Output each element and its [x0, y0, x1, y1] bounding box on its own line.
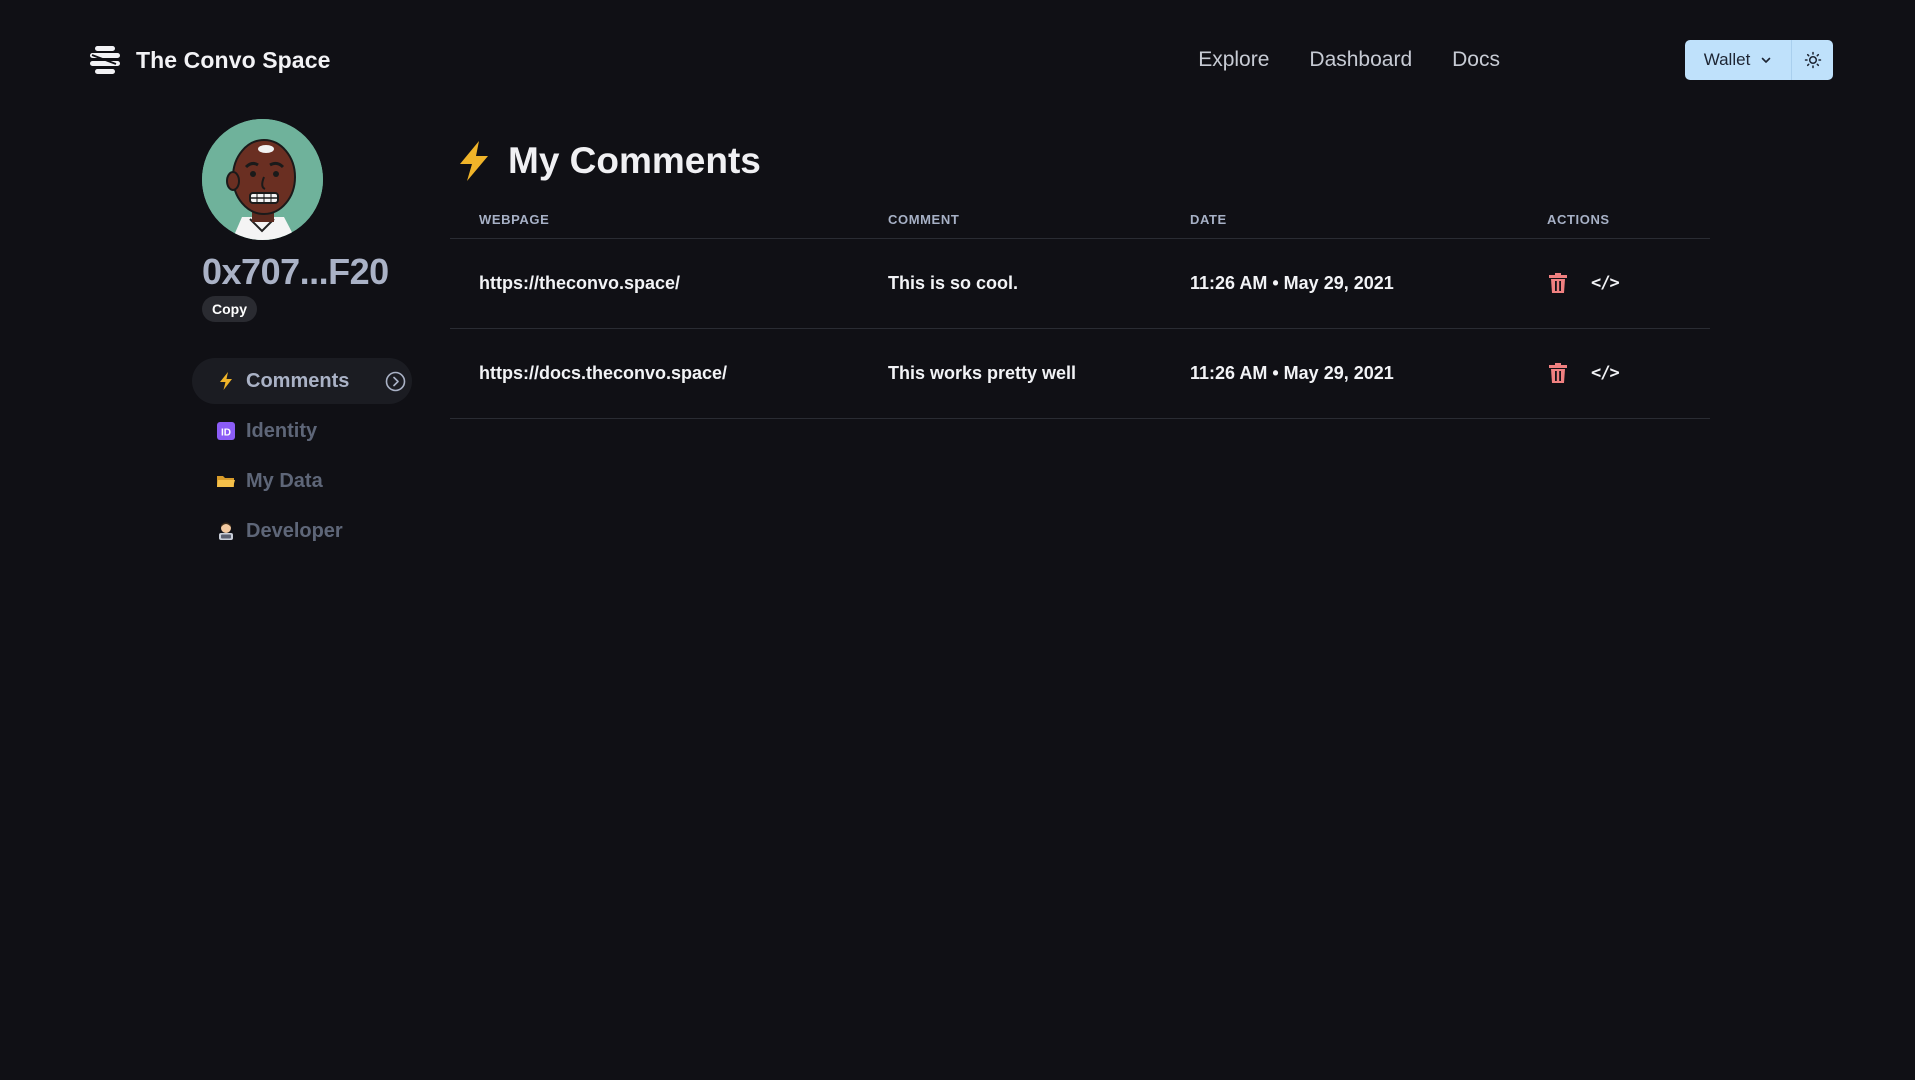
arrow-circle-right-icon[interactable] — [385, 371, 406, 392]
column-header-date: DATE — [1190, 202, 1547, 239]
theme-toggle-button[interactable] — [1792, 40, 1833, 80]
wallet-button[interactable]: Wallet — [1685, 40, 1791, 80]
cell-date: 11:26 AM • May 29, 2021 — [1190, 238, 1547, 329]
embed-code-button[interactable]: </> — [1591, 363, 1620, 383]
trash-icon — [1549, 273, 1567, 293]
row-actions: </> — [1547, 271, 1710, 295]
nav-dashboard[interactable]: Dashboard — [1309, 48, 1412, 72]
comments-table: WEBPAGE COMMENT DATE ACTIONS https://the… — [450, 202, 1710, 419]
top-header: The Convo Space Explore Dashboard Docs W… — [0, 0, 1915, 120]
svg-text:ID: ID — [221, 428, 231, 439]
trash-icon — [1549, 363, 1567, 383]
chevron-down-icon — [1761, 57, 1771, 63]
cell-date: 11:26 AM • May 29, 2021 — [1190, 328, 1547, 419]
table-header-row: WEBPAGE COMMENT DATE ACTIONS — [450, 202, 1710, 239]
column-header-actions: ACTIONS — [1547, 202, 1710, 239]
sidebar-item-developer[interactable]: Developer — [192, 508, 412, 554]
row-actions: </> — [1547, 361, 1710, 385]
table-row: https://theconvo.space/ This is so cool.… — [450, 238, 1710, 329]
page-title: My Comments — [508, 140, 761, 181]
sun-icon — [1804, 51, 1821, 69]
delete-button[interactable] — [1547, 271, 1569, 295]
wallet-button-group: Wallet — [1685, 40, 1833, 80]
sidebar-item-label: My Data — [246, 469, 323, 492]
embed-code-button[interactable]: </> — [1591, 273, 1620, 293]
wallet-label: Wallet — [1703, 50, 1751, 69]
sidebar-item-label: Developer — [246, 519, 343, 542]
main-content: My Comments WEBPAGE COMMENT DATE ACTIONS… — [450, 130, 1710, 419]
sidebar-item-label: Comments — [246, 369, 350, 392]
cell-actions: </> — [1547, 238, 1710, 329]
top-nav: Explore Dashboard Docs — [1198, 44, 1500, 76]
table-row: https://docs.theconvo.space/ This works … — [450, 328, 1710, 419]
nav-docs[interactable]: Docs — [1452, 48, 1500, 72]
lightning-icon — [216, 371, 236, 391]
column-header-comment: COMMENT — [888, 202, 1190, 239]
cell-comment: This works pretty well — [888, 328, 1190, 419]
nav-explore[interactable]: Explore — [1198, 48, 1269, 72]
cell-webpage[interactable]: https://docs.theconvo.space/ — [450, 328, 888, 419]
developer-icon — [216, 521, 236, 541]
sidebar-item-label: Identity — [246, 419, 318, 442]
avatar-illustration-icon — [202, 119, 323, 240]
avatar — [202, 119, 323, 240]
page-title-row: My Comments — [450, 130, 1710, 192]
cell-actions: </> — [1547, 328, 1710, 419]
lightning-icon — [460, 141, 488, 181]
brand[interactable]: The Convo Space — [88, 42, 330, 78]
cell-webpage[interactable]: https://theconvo.space/ — [450, 238, 888, 329]
wallet-address: 0x707...F20 — [202, 251, 389, 292]
column-header-webpage: WEBPAGE — [450, 202, 888, 239]
folder-icon — [216, 471, 236, 491]
sidebar-item-identity[interactable]: ID Identity — [192, 408, 412, 454]
sidebar-nav: Comments ID Identity My Data Developer — [192, 358, 412, 558]
copy-address-button[interactable]: Copy — [202, 296, 257, 322]
id-badge-icon: ID — [216, 421, 236, 441]
delete-button[interactable] — [1547, 361, 1569, 385]
sidebar-item-my-data[interactable]: My Data — [192, 458, 412, 504]
sidebar-item-comments[interactable]: Comments — [192, 358, 412, 404]
convo-logo-icon — [90, 46, 120, 74]
cell-comment: This is so cool. — [888, 238, 1190, 329]
brand-name: The Convo Space — [136, 46, 331, 73]
